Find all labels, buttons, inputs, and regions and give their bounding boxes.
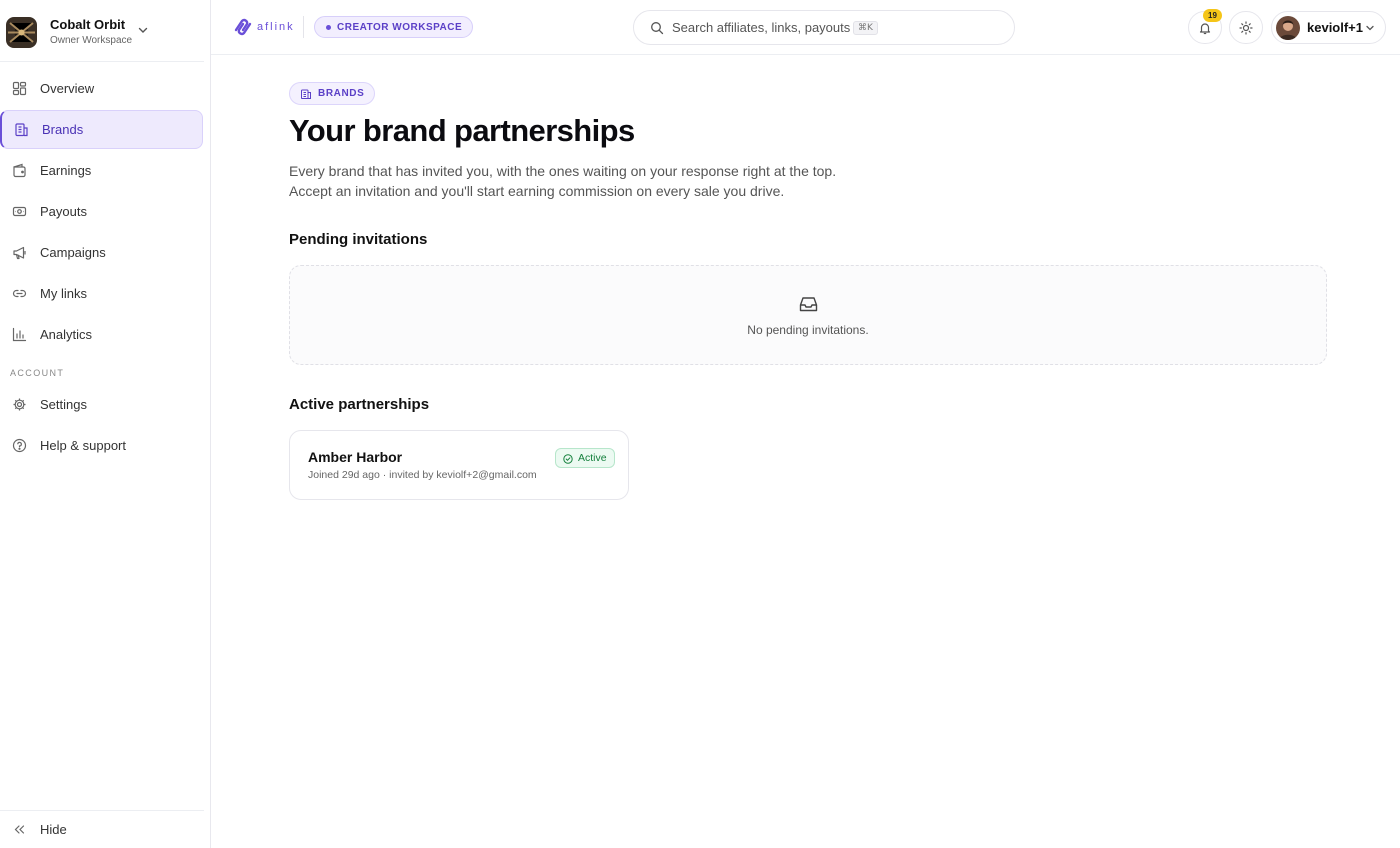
chevron-down-icon [138, 27, 148, 33]
user-menu-button[interactable]: keviolf+1 [1271, 11, 1386, 44]
sidebar-item-analytics[interactable]: Analytics [0, 315, 203, 354]
pending-invitations-empty-state: No pending invitations. [289, 265, 1327, 365]
wallet-icon [12, 163, 27, 178]
active-partnerships-heading: Active partnerships [289, 396, 430, 413]
sidebar-item-label: My links [40, 286, 87, 301]
sidebar-item-help[interactable]: Help & support [0, 426, 203, 465]
grid-icon [12, 81, 27, 96]
sidebar-item-overview[interactable]: Overview [0, 69, 203, 108]
top-bar: aflink CREATOR WORKSPACE ⌘K 19 keviolf+1 [211, 0, 1400, 55]
bell-icon [1199, 22, 1211, 34]
sidebar-item-payouts[interactable]: Payouts [0, 192, 203, 231]
page-description-line: Accept an invitation and you'll start ea… [289, 183, 785, 199]
sidebar-item-campaigns[interactable]: Campaigns [0, 233, 203, 272]
section-badge-label: BRANDS [318, 88, 365, 99]
search-shortcut-hint: ⌘K [853, 20, 878, 35]
status-label: Active [578, 452, 607, 464]
workspace-switcher[interactable]: Cobalt Orbit Owner Workspace [6, 13, 204, 51]
help-circle-icon [12, 438, 27, 453]
inbox-icon [799, 297, 818, 312]
cash-icon [12, 204, 27, 219]
link-icon [12, 286, 27, 301]
sidebar-divider [0, 61, 204, 62]
chevrons-left-icon [12, 822, 27, 837]
empty-state-text: No pending invitations. [747, 323, 869, 337]
section-badge: BRANDS [289, 82, 376, 105]
sidebar-item-label: Earnings [40, 163, 92, 178]
page-title: Your brand partnerships [289, 113, 635, 148]
sidebar-item-settings[interactable]: Settings [0, 385, 203, 424]
sidebar-item-label: Brands [42, 122, 84, 137]
check-circle-icon [563, 454, 573, 464]
avatar [1276, 15, 1300, 40]
app-logo[interactable]: aflink [233, 17, 295, 37]
megaphone-icon [12, 245, 27, 260]
chevron-down-icon [1366, 25, 1374, 31]
sidebar-item-label: Payouts [40, 204, 87, 219]
sidebar-item-label: Overview [40, 81, 95, 96]
pending-invitations-heading: Pending invitations [289, 231, 428, 248]
hide-sidebar-button[interactable]: Hide [0, 810, 203, 848]
workspace-avatar [6, 16, 37, 48]
search-bar[interactable]: ⌘K [633, 10, 1015, 45]
sidebar-item-my-links[interactable]: My links [0, 274, 203, 313]
workspace-mode-pill[interactable]: CREATOR WORKSPACE [314, 16, 474, 38]
sidebar-item-label: Campaigns [40, 245, 106, 260]
hide-label: Hide [40, 822, 67, 837]
sidebar-item-brands[interactable]: Brands [0, 110, 203, 149]
gear-icon [12, 397, 27, 412]
page-description: Every brand that has invited you, with t… [289, 161, 889, 201]
status-badge: Active [555, 448, 615, 468]
page-description-line: Every brand that has invited you, with t… [289, 163, 837, 179]
theme-toggle-button[interactable] [1229, 11, 1263, 44]
brand-name: Amber Harbor [308, 449, 403, 465]
search-input[interactable] [672, 20, 850, 35]
workspace-role: Owner Workspace [50, 34, 133, 46]
search-icon [651, 21, 664, 34]
sidebar-item-earnings[interactable]: Earnings [0, 151, 203, 190]
logo-mark-icon [234, 18, 252, 36]
bar-chart-icon [12, 327, 27, 342]
workspace-mode-label: CREATOR WORKSPACE [337, 21, 463, 33]
workspace-name: Cobalt Orbit [50, 16, 126, 32]
user-name: keviolf+1 [1307, 20, 1364, 35]
sidebar: Cobalt Orbit Owner Workspace Overview Br… [0, 0, 211, 848]
sun-icon [1239, 20, 1253, 35]
account-section-label: ACCOUNT [10, 368, 65, 378]
sidebar-item-label: Help & support [40, 438, 126, 453]
sidebar-item-label: Analytics [40, 327, 93, 342]
notification-count-badge: 19 [1203, 9, 1222, 22]
partnership-meta: Joined 29d ago · invited by keviolf+2@gm… [308, 469, 537, 481]
building-icon [14, 122, 29, 137]
logo-wordmark: aflink [257, 21, 295, 33]
partnership-card[interactable]: Amber Harbor Joined 29d ago · invited by… [289, 430, 629, 500]
sidebar-item-label: Settings [40, 397, 87, 412]
topbar-separator [303, 16, 304, 38]
building-icon [301, 89, 311, 99]
